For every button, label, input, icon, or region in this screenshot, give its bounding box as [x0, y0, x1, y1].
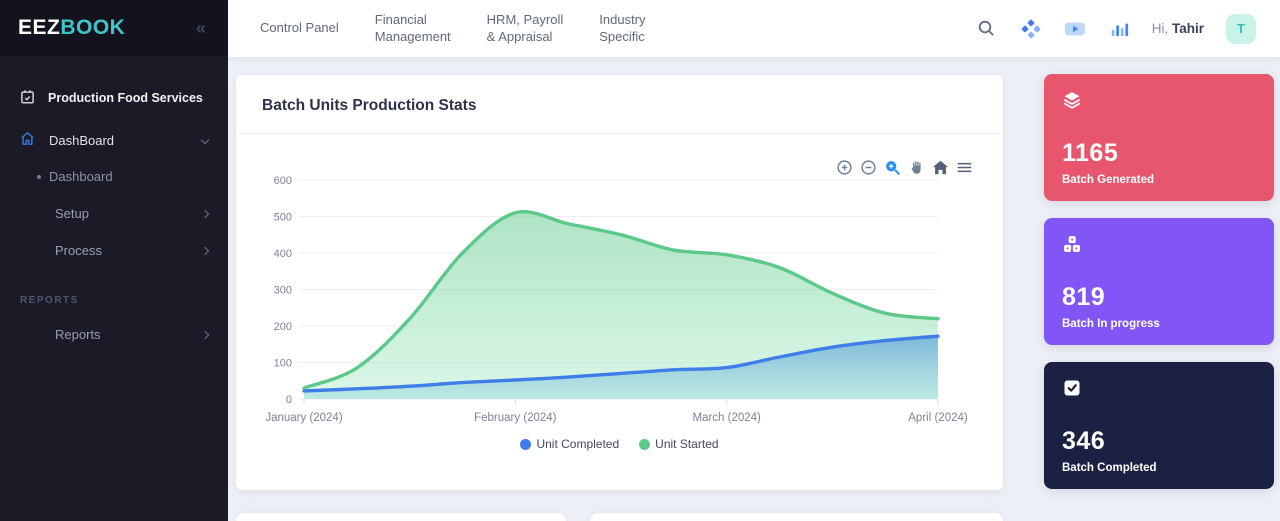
brand-primary: EEZ: [18, 16, 60, 39]
sidebar: EEZBOOK « Production Food Services DashB…: [0, 0, 228, 521]
svg-text:0: 0: [286, 394, 292, 406]
legend-dot-icon: [520, 439, 531, 450]
top-navigation: Control Panel Financial Management HRM, …: [260, 12, 646, 45]
stat-card-batch-completed[interactable]: 346 Batch Completed: [1044, 362, 1274, 489]
chart-title: Batch Units Production Stats: [236, 75, 1003, 134]
sidebar-item-process[interactable]: Process: [0, 232, 228, 269]
bottom-card-peek-right: [590, 513, 1003, 521]
nav-item-industry-specific[interactable]: Industry Specific: [599, 12, 645, 45]
sidebar-item-production-food-services[interactable]: Production Food Services: [0, 80, 228, 116]
svg-text:January (2024): January (2024): [265, 412, 343, 424]
sidebar-section-reports: REPORTS: [0, 269, 228, 316]
svg-text:200: 200: [274, 321, 292, 333]
sidebar-item-label: Reports: [55, 327, 101, 342]
legend-unit-completed[interactable]: Unit Completed: [520, 437, 619, 451]
svg-text:600: 600: [274, 175, 292, 187]
stat-label: Batch Completed: [1062, 462, 1256, 474]
sidebar-header: EEZBOOK «: [0, 0, 228, 56]
sidebar-item-label: Setup: [55, 206, 89, 221]
video-tutorial-icon[interactable]: [1064, 18, 1086, 40]
svg-text:300: 300: [274, 285, 292, 297]
chevron-right-icon: [201, 209, 209, 217]
apps-grid-icon[interactable]: [1020, 18, 1042, 40]
stat-value: 1165: [1062, 139, 1256, 168]
chevron-down-icon: [201, 136, 209, 144]
chevron-right-icon: [201, 246, 209, 254]
topbar-actions: Hi, Tahir T: [976, 14, 1280, 44]
svg-text:500: 500: [274, 212, 292, 224]
calendar-check-icon: [20, 89, 35, 107]
nav-item-hrm-payroll-appraisal[interactable]: HRM, Payroll & Appraisal: [487, 12, 564, 45]
stat-value: 346: [1062, 427, 1256, 456]
topbar: Control Panel Financial Management HRM, …: [228, 0, 1280, 57]
nav-item-control-panel[interactable]: Control Panel: [260, 20, 339, 36]
bottom-card-peek-left: [236, 513, 566, 521]
bullet-icon: [37, 175, 41, 179]
sidebar-item-dashboard-group[interactable]: DashBoard: [0, 122, 228, 158]
legend-dot-icon: [639, 439, 650, 450]
svg-text:April (2024): April (2024): [908, 412, 968, 424]
nav-item-financial-management[interactable]: Financial Management: [375, 12, 451, 45]
sidebar-item-label: Dashboard: [49, 169, 113, 184]
svg-text:February (2024): February (2024): [474, 412, 557, 424]
home-icon: [20, 131, 35, 149]
chart-legend: Unit Completed Unit Started: [236, 437, 1003, 451]
greeting-text: Hi, Tahir: [1152, 21, 1204, 36]
search-icon[interactable]: [976, 18, 998, 40]
avatar[interactable]: T: [1226, 14, 1256, 44]
layers-icon: [1062, 97, 1082, 114]
sidebar-item-reports[interactable]: Reports: [0, 316, 228, 353]
sidebar-item-label: Production Food Services: [48, 91, 203, 105]
sidebar-item-label: DashBoard: [49, 133, 114, 148]
legend-unit-started[interactable]: Unit Started: [639, 437, 718, 451]
check-square-icon: [1062, 385, 1082, 402]
sidebar-item-dashboard[interactable]: Dashboard: [0, 158, 228, 195]
production-stats-chart[interactable]: 0 100 200 300 400 500 600 January (2024) Februar…: [264, 170, 979, 432]
sidebar-item-setup[interactable]: Setup: [0, 195, 228, 232]
cubes-icon: [1062, 241, 1082, 258]
stat-label: Batch Generated: [1062, 174, 1256, 186]
sidebar-collapse-icon[interactable]: «: [196, 18, 206, 39]
sidebar-menu: Production Food Services DashBoard Dashb…: [0, 56, 228, 353]
svg-text:100: 100: [274, 358, 292, 370]
brand-logo[interactable]: EEZBOOK: [18, 16, 125, 40]
chevron-right-icon: [201, 330, 209, 338]
username: Tahir: [1172, 21, 1204, 36]
stat-card-batch-generated[interactable]: 1165 Batch Generated: [1044, 74, 1274, 201]
stat-label: Batch In progress: [1062, 318, 1256, 330]
brand-secondary: BOOK: [60, 16, 125, 39]
batch-production-stats-card: Batch Units Production Stats 0 100 200 300 4…: [236, 75, 1003, 490]
svg-text:400: 400: [274, 248, 292, 260]
stat-value: 819: [1062, 283, 1256, 312]
sidebar-item-label: Process: [55, 243, 102, 258]
stat-card-batch-in-progress[interactable]: 819 Batch In progress: [1044, 218, 1274, 345]
svg-text:March (2024): March (2024): [693, 412, 762, 424]
bar-chart-icon[interactable]: [1108, 18, 1130, 40]
